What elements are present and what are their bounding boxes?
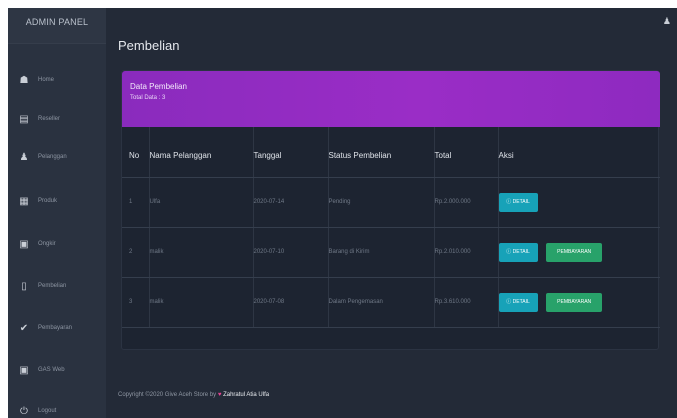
purchases-card: Data Pembelian Total Data : 3 No Nama Pe… <box>121 70 660 350</box>
col-header-total: Total <box>434 127 499 178</box>
home-icon: ☗ <box>19 74 29 86</box>
sidebar-item-pelanggan[interactable]: ♟ Pelanggan <box>8 147 106 167</box>
table-row: 3 malik 2020-07-08 Dalam Pengemasan Rp.3… <box>122 277 660 328</box>
cell-status: Pending <box>328 177 435 228</box>
col-header-nama: Nama Pelanggan <box>149 127 254 178</box>
sidebar-item-pembayaran[interactable]: ✔ Pembayaran <box>8 318 106 338</box>
col-header-status: Status Pembelian <box>328 127 435 178</box>
detail-button[interactable]: ⓘ DETAIL <box>498 192 538 212</box>
cell-no: 3 <box>122 277 150 328</box>
detail-button[interactable]: ⓘ DETAIL <box>498 292 538 312</box>
cell-aksi: ⓘ DETAIL PEMBAYARAN <box>498 277 660 328</box>
sidebar-item-pembelian[interactable]: ▯ Pembelian <box>8 276 106 296</box>
sidebar-item-reseller[interactable]: ▤ Reseller <box>8 109 106 129</box>
cell-nama: malik <box>149 227 254 278</box>
table-header-row: No Nama Pelanggan Tanggal Status Pembeli… <box>122 127 660 178</box>
detail-button-label: DETAIL <box>512 198 530 205</box>
sidebar-item-label: GAS Web <box>38 367 65 373</box>
col-header-aksi: Aksi <box>498 127 660 178</box>
table-row: 2 malik 2020-07-10 Barang di Kirim Rp.2.… <box>122 227 660 278</box>
sidebar-item-label: Ongkir <box>38 241 56 247</box>
cell-total: Rp.2.000.000 <box>434 177 499 228</box>
footer-author: Zahratul Atia Ulfa <box>223 392 270 398</box>
sidebar-item-produk[interactable]: ▦ Produk <box>8 191 106 211</box>
monitor-icon: ▣ <box>19 364 29 376</box>
user-icon: ♟ <box>19 151 29 163</box>
heart-icon: ♥ <box>217 392 222 398</box>
cell-status: Dalam Pengemasan <box>328 277 435 328</box>
card-header: Data Pembelian Total Data : 3 <box>122 71 660 127</box>
sidebar-item-label: Pembelian <box>38 283 67 289</box>
sidebar-item-gas-web[interactable]: ▣ GAS Web <box>8 360 106 380</box>
brand-title: ADMIN PANEL <box>8 8 106 44</box>
cell-no: 1 <box>122 177 150 228</box>
sidebar-item-label: Produk <box>38 198 58 204</box>
footer: Copyright ©2020 Give Aceh Store by ♥ Zah… <box>118 392 269 398</box>
sidebar-item-logout[interactable]: ⏻ Logout <box>8 401 106 418</box>
product-icon: ▦ <box>19 195 29 207</box>
sidebar-item-label: Pelanggan <box>38 154 67 160</box>
detail-button[interactable]: ⓘ DETAIL <box>498 242 538 262</box>
sidebar-item-label: Home <box>38 77 55 83</box>
table-row: 1 Ulfa 2020-07-14 Pending Rp.2.000.000 ⓘ… <box>122 177 660 228</box>
cell-tanggal: 2020-07-10 <box>253 227 329 278</box>
truck-icon: ▣ <box>19 238 29 250</box>
footer-copyright: Copyright ©2020 Give Aceh Store by <box>118 392 217 398</box>
detail-button-label: DETAIL <box>512 248 530 255</box>
sidebar-item-label: Reseller <box>38 116 61 122</box>
document-icon: ▯ <box>21 280 27 292</box>
id-card-icon: ▤ <box>19 113 29 125</box>
cell-total: Rp.2.010.000 <box>434 227 499 278</box>
app-frame: ADMIN PANEL ☗ Home ▤ Reseller ♟ Pelangga… <box>8 8 677 418</box>
payment-button[interactable]: PEMBAYARAN <box>546 292 603 312</box>
main-content: Pembelian ♟ Data Pembelian Total Data : … <box>106 8 677 418</box>
sidebar: ADMIN PANEL ☗ Home ▤ Reseller ♟ Pelangga… <box>8 8 106 418</box>
payment-button[interactable]: PEMBAYARAN <box>546 242 603 262</box>
col-header-no: No <box>122 127 150 178</box>
purchases-table: No Nama Pelanggan Tanggal Status Pembeli… <box>122 127 660 328</box>
cell-aksi: ⓘ DETAIL PEMBAYARAN <box>498 227 660 278</box>
sidebar-item-label: Pembayaran <box>38 325 73 331</box>
sidebar-item-label: Logout <box>38 408 57 414</box>
total-data-label: Total Data : 3 <box>130 95 166 101</box>
cell-status: Barang di Kirim <box>328 227 435 278</box>
cell-total: Rp.3.610.000 <box>434 277 499 328</box>
check-icon: ✔ <box>19 322 29 334</box>
sidebar-item-home[interactable]: ☗ Home <box>8 70 106 90</box>
cell-tanggal: 2020-07-14 <box>253 177 329 228</box>
cell-tanggal: 2020-07-08 <box>253 277 329 328</box>
col-header-tanggal: Tanggal <box>253 127 329 178</box>
detail-button-label: DETAIL <box>512 298 530 305</box>
cell-aksi: ⓘ DETAIL <box>498 177 660 228</box>
cell-nama: Ulfa <box>149 177 254 228</box>
cell-nama: malik <box>149 277 254 328</box>
cell-no: 2 <box>122 227 150 278</box>
power-icon: ⏻ <box>20 405 28 417</box>
sidebar-item-ongkir[interactable]: ▣ Ongkir <box>8 234 106 254</box>
user-icon[interactable]: ♟ <box>663 16 671 27</box>
page-title: Pembelian <box>118 38 180 53</box>
card-title: Data Pembelian <box>130 82 187 91</box>
